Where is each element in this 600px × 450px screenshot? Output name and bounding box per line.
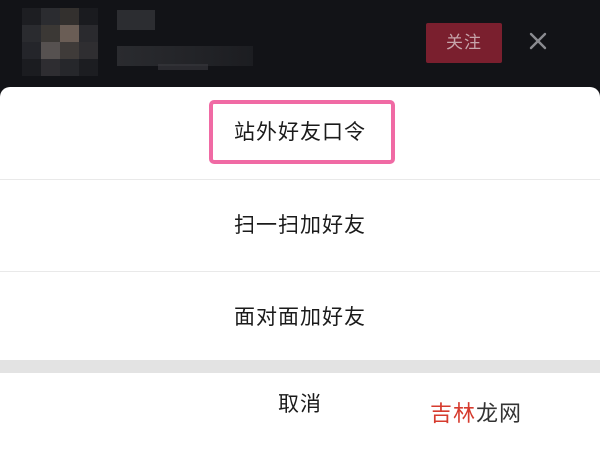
watermark-logo: 吉林龙网 xyxy=(430,396,522,428)
close-icon[interactable] xyxy=(527,30,549,52)
sheet-item-label: 面对面加好友 xyxy=(234,305,366,329)
username-blurred xyxy=(117,10,155,30)
user-subtitle-blurred xyxy=(117,46,253,66)
sheet-item-label: 扫一扫加好友 xyxy=(234,213,366,237)
sheet-item-scan-add-friend[interactable]: 扫一扫加好友 xyxy=(0,180,600,270)
cancel-label: 取消 xyxy=(278,392,322,416)
watermark-part1: 吉林 xyxy=(430,402,477,427)
user-subtitle-fragment xyxy=(158,64,208,70)
sheet-item-face-to-face-add-friend[interactable]: 面对面加好友 xyxy=(0,272,600,362)
sheet-separator-band xyxy=(0,360,600,373)
follow-button[interactable]: 关注 xyxy=(426,23,502,63)
profile-header-backdrop: 关注 xyxy=(0,0,600,90)
screen: 关注 站外好友口令 扫一扫加好友 面对面加好友 取消 吉林龙网 xyxy=(0,0,600,450)
highlight-annotation-box xyxy=(209,100,395,164)
avatar xyxy=(22,8,98,76)
watermark-part2: 龙网 xyxy=(476,402,523,427)
